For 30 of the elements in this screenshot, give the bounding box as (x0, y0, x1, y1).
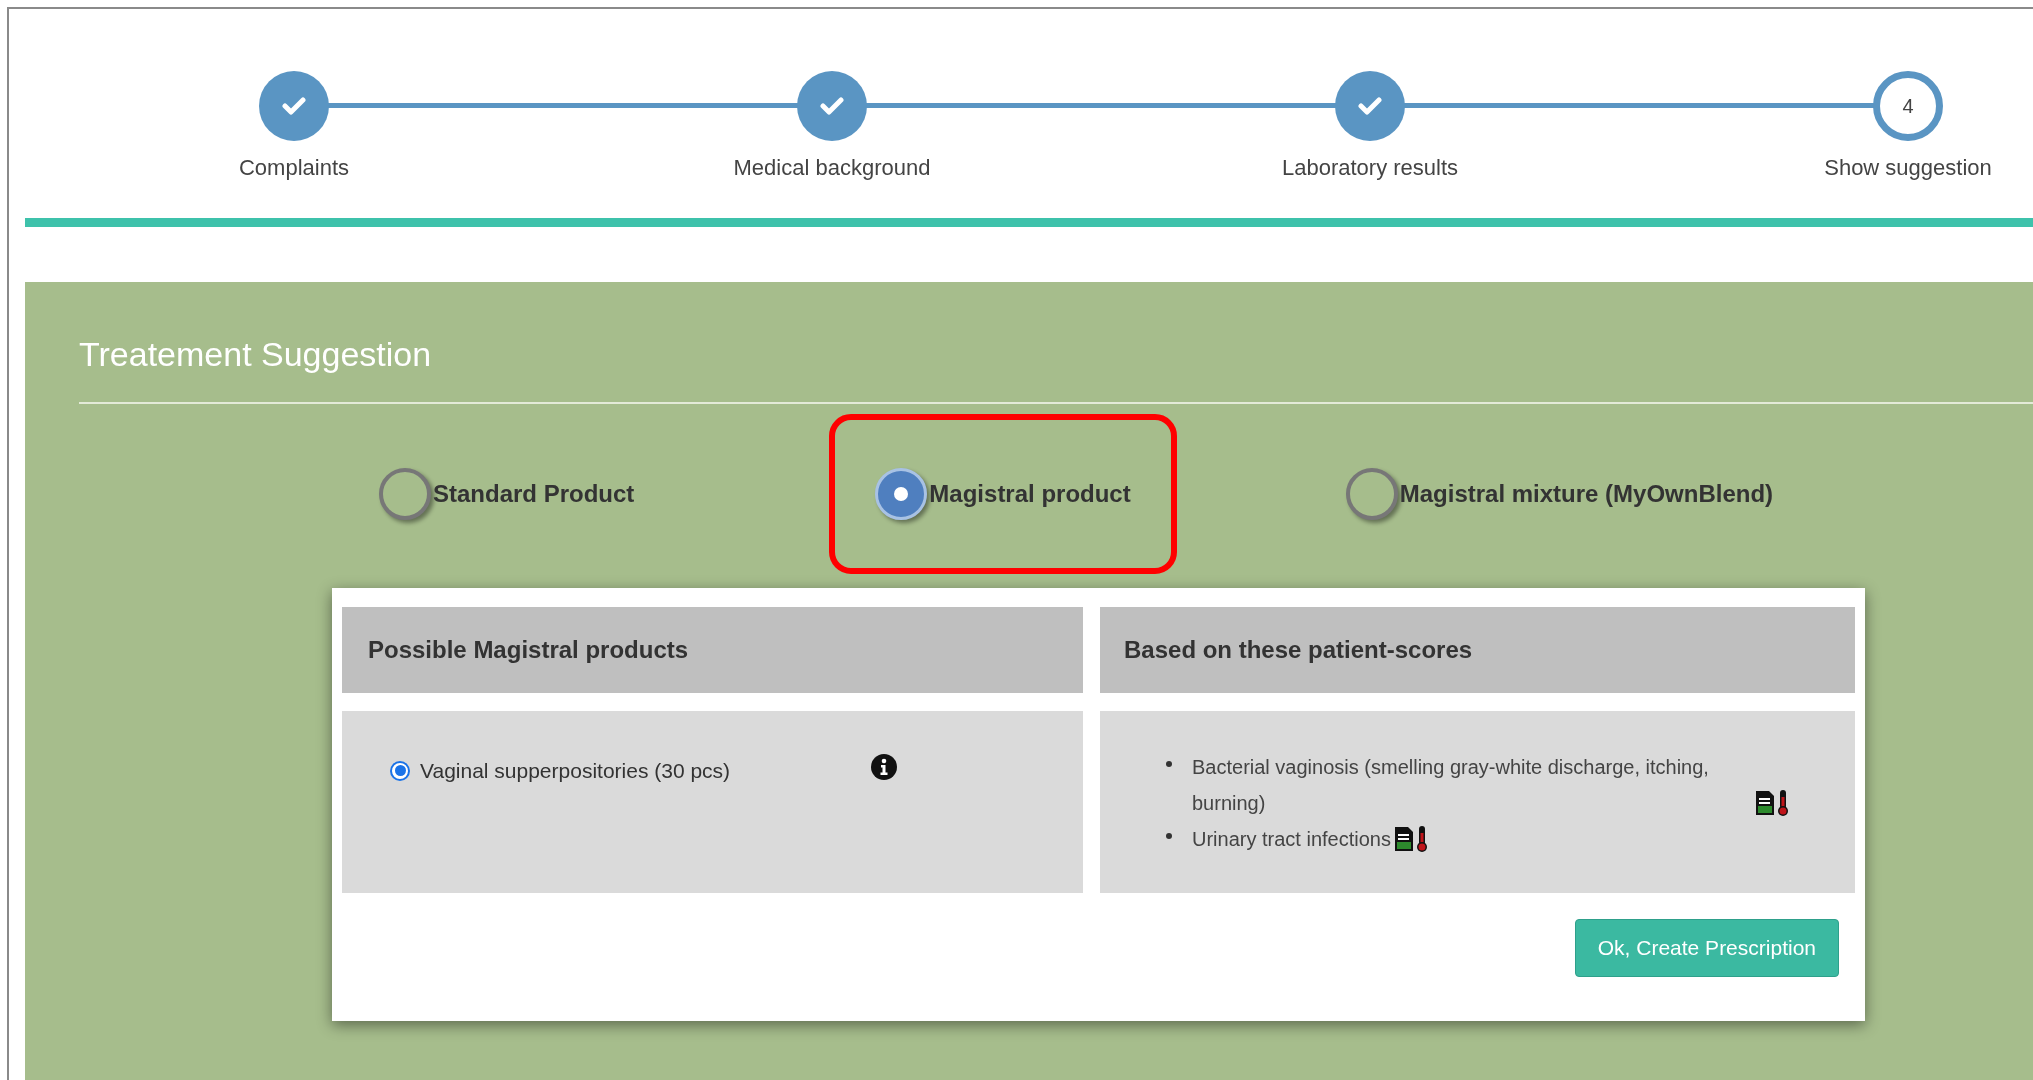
checkmark-icon (282, 97, 306, 115)
column-header: Possible Magistral products (342, 607, 1083, 693)
radio-option[interactable]: Standard Product (327, 414, 687, 574)
radio-option[interactable]: Magistral mixture (MyOwnBlend) (1293, 414, 1826, 574)
product-label: Vaginal supperpositories (30 pcs) (420, 758, 732, 784)
radio-label: Magistral product (929, 479, 1131, 509)
step-label: Medical background (733, 154, 931, 182)
bullet-icon (1166, 833, 1172, 839)
step-number[interactable]: 4 (1873, 71, 1943, 141)
radio-button[interactable] (390, 760, 410, 781)
document-icon (1393, 826, 1414, 852)
radio-button[interactable] (379, 468, 431, 520)
bullet-icon (1166, 761, 1172, 767)
step-label: Laboratory results (1281, 154, 1459, 182)
info-icon[interactable] (870, 752, 898, 781)
radio-label: Magistral mixture (MyOwnBlend) (1399, 479, 1774, 509)
step-label: Show suggestion (1824, 154, 1992, 182)
document-icon (1755, 790, 1775, 816)
checkmark-icon (1358, 97, 1382, 115)
step-label: Complaints (238, 154, 349, 182)
thermometer-icon (1415, 825, 1428, 853)
radio-button[interactable] (875, 468, 928, 520)
column-header: Based on these patient-scores (1100, 607, 1855, 693)
score-text: Urinary tract infections (1192, 827, 1391, 852)
radio-label: Standard Product (433, 479, 635, 509)
radio-button[interactable] (1345, 468, 1398, 520)
checkmark-icon (820, 97, 844, 115)
thermometer-icon (1777, 789, 1789, 817)
score-text: Bacterial vaginosis (smelling gray-white discharge, itching, burning) (1192, 755, 1710, 816)
section-title: Treatement Suggestion (79, 334, 433, 374)
